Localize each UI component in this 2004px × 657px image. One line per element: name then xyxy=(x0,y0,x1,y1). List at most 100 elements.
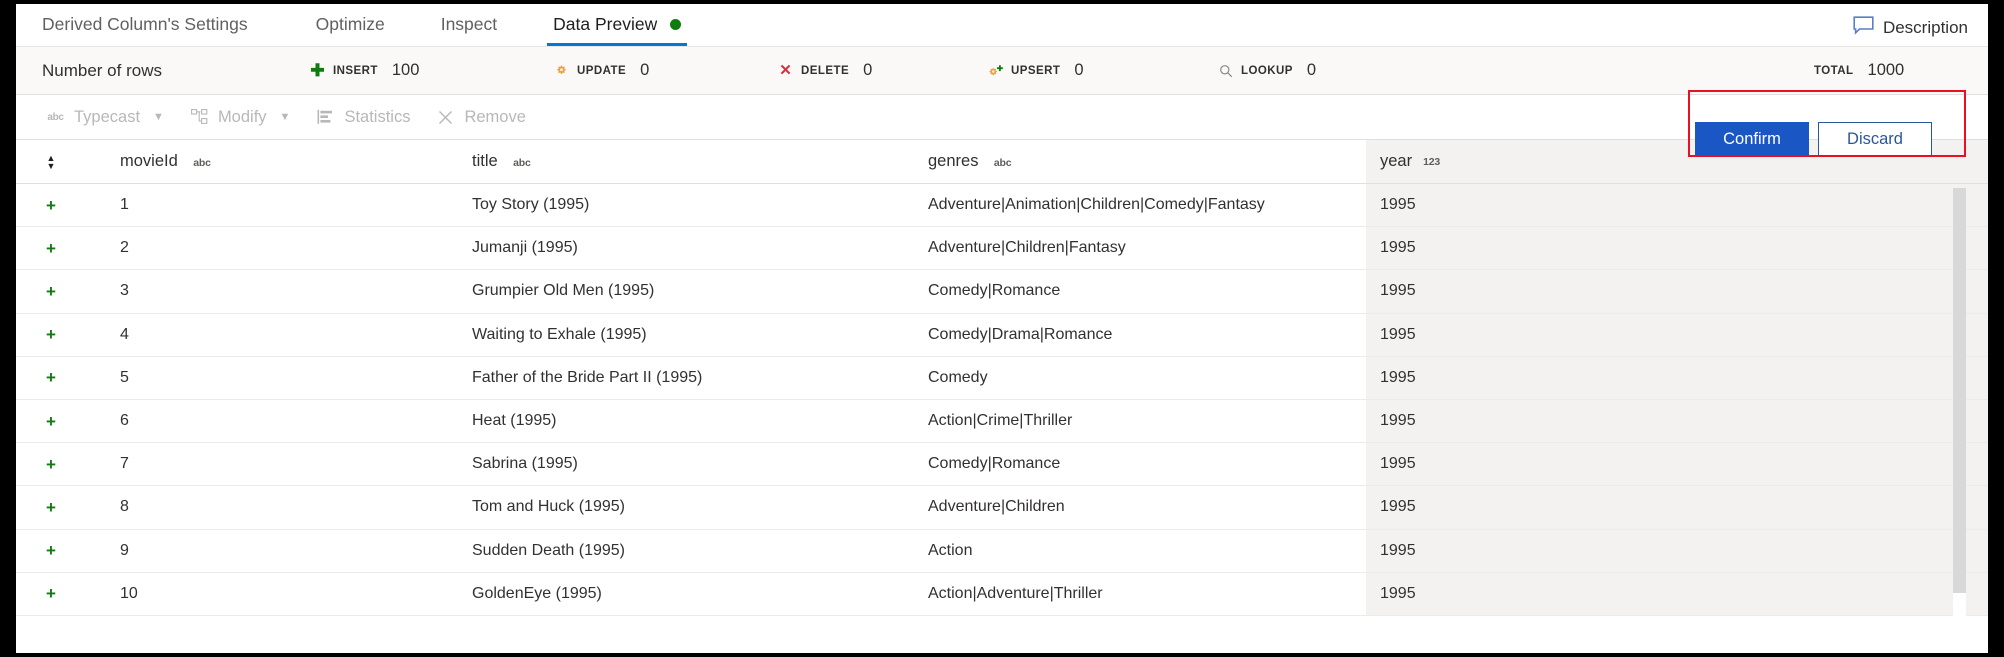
cell-title: GoldenEye (1995) xyxy=(458,585,914,603)
cell-movieid: 3 xyxy=(86,282,458,300)
remove-label: Remove xyxy=(464,108,525,127)
stat-upsert-label: UPSERT xyxy=(1011,65,1060,77)
cell-genres: Adventure|Animation|Children|Comedy|Fant… xyxy=(914,196,1366,214)
typecast-label: Typecast xyxy=(74,108,140,127)
tab-list: Derived Column's Settings Optimize Inspect… xyxy=(16,4,709,46)
cell-year: 1995 xyxy=(1366,573,1988,615)
active-tab-underline xyxy=(547,43,687,46)
column-toolbar: abc Typecast ▼ Modify ▼ xyxy=(16,95,1988,140)
table-row[interactable]: +10GoldenEye (1995)Action|Adventure|Thri… xyxy=(16,573,1988,616)
plus-icon: + xyxy=(46,456,56,473)
tab-derived-column-s-settings[interactable]: Derived Column's Settings xyxy=(16,4,288,46)
stat-insert-value: 100 xyxy=(392,61,420,80)
cell-movieid-text: 1 xyxy=(120,196,129,213)
tab-label: Optimize xyxy=(316,14,385,35)
cell-title-text: Heat (1995) xyxy=(472,412,557,429)
modify-label: Modify xyxy=(218,108,267,127)
stat-lookup-value: 0 xyxy=(1307,61,1316,80)
stat-delete-value: 0 xyxy=(863,61,872,80)
cell-year-text: 1995 xyxy=(1380,585,1416,603)
cell-genres-text: Comedy|Romance xyxy=(928,282,1060,299)
cell-movieid: 5 xyxy=(86,369,458,387)
tab-data-preview[interactable]: Data Preview xyxy=(525,4,709,46)
table-row[interactable]: +7Sabrina (1995)Comedy|Romance1995 xyxy=(16,443,1988,486)
row-insert-marker: + xyxy=(16,585,86,602)
grid-body: +1Toy Story (1995)Adventure|Animation|Ch… xyxy=(16,184,1988,616)
stat-upsert-value: 0 xyxy=(1074,61,1083,80)
cell-genres-text: Action|Crime|Thriller xyxy=(928,412,1072,429)
stat-delete: ✕ DELETE 0 xyxy=(778,61,872,80)
cell-genres-text: Adventure|Children|Fantasy xyxy=(928,239,1126,256)
cell-genres: Comedy|Drama|Romance xyxy=(914,326,1366,344)
statistics-icon xyxy=(316,109,335,126)
row-insert-marker: + xyxy=(16,283,86,300)
column-header-title[interactable]: title abc xyxy=(458,152,914,171)
cell-year-text: 1995 xyxy=(1380,498,1416,516)
cell-movieid: 8 xyxy=(86,498,458,516)
cell-year: 1995 xyxy=(1366,314,1988,356)
tab-inspect[interactable]: Inspect xyxy=(413,4,525,46)
tab-optimize[interactable]: Optimize xyxy=(288,4,413,46)
sort-toggle[interactable]: ▲▼ xyxy=(16,155,86,169)
cell-year-text: 1995 xyxy=(1380,412,1416,430)
typecast-button[interactable]: abc Typecast ▼ xyxy=(46,108,164,127)
cell-genres-text: Comedy xyxy=(928,369,988,386)
stat-insert: ✚ INSERT 100 xyxy=(310,61,419,80)
confirm-button[interactable]: Confirm xyxy=(1695,122,1809,156)
table-row[interactable]: +2Jumanji (1995)Adventure|Children|Fanta… xyxy=(16,227,1988,270)
discard-button[interactable]: Discard xyxy=(1818,122,1932,156)
chevron-down-icon: ▼ xyxy=(153,111,164,123)
column-type-genres: abc xyxy=(994,157,1012,169)
stat-total: TOTAL 1000 xyxy=(1814,61,1904,80)
plus-icon: + xyxy=(46,240,56,257)
plus-icon: + xyxy=(46,197,56,214)
cell-year-text: 1995 xyxy=(1380,369,1416,387)
modify-button[interactable]: Modify ▼ xyxy=(190,108,291,127)
column-type-year: 123 xyxy=(1423,156,1440,168)
modify-icon xyxy=(190,109,209,126)
table-row[interactable]: +6Heat (1995)Action|Crime|Thriller1995 xyxy=(16,400,1988,443)
column-header-genres[interactable]: genres abc xyxy=(914,152,1366,171)
statistics-button[interactable]: Statistics xyxy=(316,108,410,127)
abc-icon: abc xyxy=(46,109,65,126)
cell-title: Father of the Bride Part II (1995) xyxy=(458,369,914,387)
status-dot-icon xyxy=(670,19,681,30)
table-row[interactable]: +8Tom and Huck (1995)Adventure|Children1… xyxy=(16,486,1988,529)
cell-title-text: Grumpier Old Men (1995) xyxy=(472,282,654,299)
close-icon xyxy=(436,109,455,126)
cell-genres-text: Comedy|Romance xyxy=(928,455,1060,472)
cell-title: Grumpier Old Men (1995) xyxy=(458,282,914,300)
column-header-movieid-label: movieId xyxy=(120,152,178,170)
cell-movieid-text: 5 xyxy=(120,369,129,386)
cell-year: 1995 xyxy=(1366,270,1988,312)
table-row[interactable]: +3 Grumpier Old Men (1995) Comedy|Romance 1… xyxy=(16,270,1988,313)
cell-year-text: 1995 xyxy=(1380,282,1416,300)
cell-year: 1995 xyxy=(1366,486,1988,528)
vertical-scrollbar-thumb[interactable] xyxy=(1953,188,1966,593)
stat-delete-label: DELETE xyxy=(801,65,849,77)
description-button[interactable]: Description xyxy=(1847,13,1974,43)
column-header-movieid[interactable]: movieId abc xyxy=(86,152,458,171)
table-row[interactable]: +1Toy Story (1995)Adventure|Animation|Ch… xyxy=(16,184,1988,227)
gear-icon xyxy=(554,63,569,78)
column-header-title-label: title xyxy=(472,152,498,170)
tab-label: Inspect xyxy=(441,14,497,35)
stat-lookup: LOOKUP 0 xyxy=(1218,61,1316,80)
cell-genres: Adventure|Children|Fantasy xyxy=(914,239,1366,257)
remove-button[interactable]: Remove xyxy=(436,108,525,127)
plus-icon: ✚ xyxy=(310,63,325,78)
table-row[interactable]: +5Father of the Bride Part II (1995)Come… xyxy=(16,357,1988,400)
grid-header-row: ▲▼ movieId abc title abc genres abc year… xyxy=(16,140,1988,184)
plus-icon: + xyxy=(46,542,56,559)
cell-movieid: 2 xyxy=(86,239,458,257)
cell-movieid-text: 6 xyxy=(120,412,129,429)
cell-year-text: 1995 xyxy=(1380,455,1416,473)
cell-title-text: Father of the Bride Part II (1995) xyxy=(472,369,702,386)
vertical-scrollbar[interactable] xyxy=(1953,188,1966,649)
stat-total-value: 1000 xyxy=(1868,61,1905,80)
table-row[interactable]: +9Sudden Death (1995)Action1995 xyxy=(16,530,1988,573)
x-icon: ✕ xyxy=(778,63,793,78)
cell-title: Tom and Huck (1995) xyxy=(458,498,914,516)
cell-genres: Comedy|Romance xyxy=(914,282,1366,300)
table-row[interactable]: +4Waiting to Exhale (1995)Comedy|Drama|R… xyxy=(16,314,1988,357)
